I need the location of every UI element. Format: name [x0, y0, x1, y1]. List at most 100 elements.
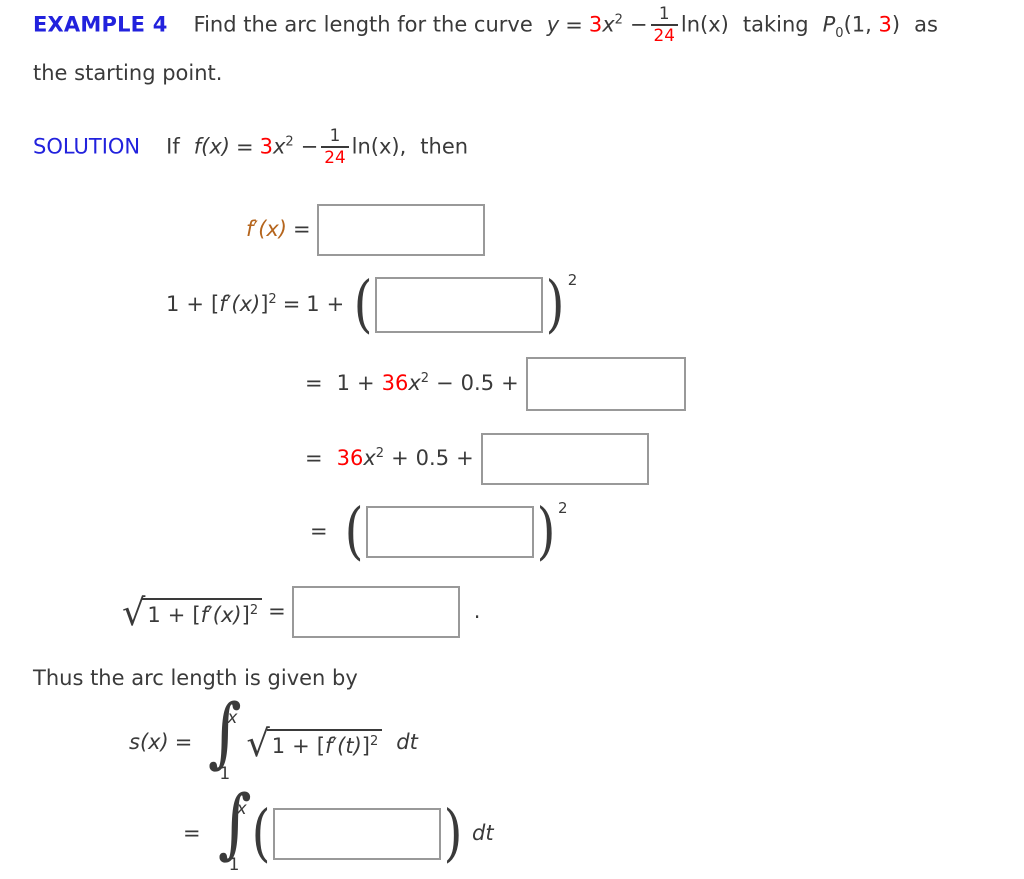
sx-differential: dt	[396, 730, 418, 754]
sqrt-expression: √1 + [f′(x)]2	[122, 594, 263, 631]
solution-exponent: 2	[285, 134, 294, 150]
onepf-f: f	[219, 292, 227, 316]
solution-label: SOLUTION	[33, 134, 141, 159]
sx-one: 1	[271, 733, 286, 758]
onepf-paren-close: )	[546, 266, 566, 340]
sx-exponent: 2	[370, 733, 379, 749]
sx-label: s(x)	[129, 730, 169, 754]
expand1-minus: −	[436, 371, 454, 395]
equation-coefficient: 3	[588, 12, 603, 37]
onepf-rhs-plus: +	[326, 292, 345, 316]
solution-fraction-one-over-24: 1 24	[321, 126, 349, 166]
sqrt-period: .	[473, 599, 481, 623]
final-step-formula: = ∫ x 1() dt	[183, 785, 494, 876]
fraction-one-over-24: 1 24	[650, 3, 678, 45]
final-integral-glyph-icon: ∫	[217, 778, 252, 867]
expand2-exponent: 2	[375, 446, 385, 461]
integral-upper-limit: x	[227, 708, 238, 728]
step-expand-two: = 36x2 +0.5 +	[305, 433, 649, 485]
point-paren-open: (	[843, 12, 852, 37]
step-fprime: f′(x) =	[246, 204, 485, 256]
final-integral-symbol: ∫ x 1	[215, 785, 252, 876]
solution-variable: x	[272, 134, 286, 159]
final-answer-input[interactable]	[272, 808, 441, 860]
equation-lhs: y	[546, 12, 560, 37]
solution-equals: =	[235, 134, 254, 159]
equation-log: ln(x)	[680, 12, 729, 37]
step-sqrt-form: √1 + [f′(x)]2 =.	[122, 586, 480, 638]
arc-length-formula: s(x) = ∫ x 1 √1 + [f′(t)]2 dt	[129, 694, 418, 785]
final-differential: dt	[472, 821, 494, 845]
point-y-value: 3	[878, 12, 892, 37]
sqrt-plus: +	[167, 602, 186, 627]
squared-paren-close: )	[536, 493, 556, 567]
solution-log: ln(x),	[351, 134, 407, 159]
expand1-half: 0.5	[460, 371, 495, 395]
sqrt-radicand: 1 + [f′(x)]2	[142, 597, 263, 627]
expand1-answer-input[interactable]	[525, 357, 686, 411]
expand2-plus-first: +	[391, 446, 409, 470]
sx-bracket-close: ]	[361, 733, 370, 758]
fraction-denominator: 24	[650, 23, 678, 45]
solution-then: then	[420, 134, 469, 159]
final-equals: =	[183, 821, 201, 845]
problem-prompt-starting-point: the starting point.	[33, 61, 223, 85]
fprime-answer-input[interactable]	[316, 204, 485, 256]
sx-plus: +	[292, 733, 310, 758]
solution-intro-if: If	[166, 134, 180, 159]
sqrt-f: f	[200, 602, 209, 627]
equation-exponent: 2	[614, 12, 623, 28]
expand2-half: 0.5	[415, 446, 450, 470]
squared-equals: =	[310, 519, 328, 543]
expand1-one: 1	[336, 371, 350, 395]
arc-length-intro-text: Thus the arc length is given by	[33, 666, 358, 690]
onepf-rhs-one: 1	[306, 292, 320, 316]
solution-minus: −	[300, 134, 319, 159]
fraction-numerator: 1	[658, 3, 670, 23]
sqrt-exponent: 2	[249, 602, 259, 618]
sqrt-equals: =	[268, 599, 286, 623]
fprime-label: f′(x)	[246, 217, 288, 241]
onepf-answer-input[interactable]	[375, 277, 544, 333]
problem-prompt-as: as	[914, 12, 938, 37]
point-comma: ,	[865, 12, 879, 37]
point-label: P	[822, 12, 836, 37]
expand1-equals: =	[305, 371, 323, 395]
onepf-exponent: 2	[268, 292, 277, 307]
onepf-paren-exponent: 2	[567, 271, 578, 289]
sqrt-answer-input[interactable]	[291, 586, 460, 638]
problem-prompt-taking: taking	[742, 12, 809, 37]
point-subscript: 0	[835, 25, 844, 41]
solution-statement: SOLUTION If f(x) = 3x2−1 24 ln(x), then	[33, 126, 469, 167]
expand1-variable: x	[408, 371, 421, 395]
sqrt-arg: (x)	[212, 602, 242, 627]
fprime-equals: =	[293, 217, 311, 241]
solution-function-name: f(x)	[193, 134, 230, 159]
equation-minus: −	[629, 12, 648, 37]
final-integral-upper-limit: x	[236, 799, 247, 819]
squared-answer-input[interactable]	[365, 506, 534, 558]
sx-bracket-open: [	[316, 733, 325, 758]
arc-length-intro: Thus the arc length is given by	[33, 666, 358, 690]
sx-radical-sign-icon: √	[246, 722, 270, 766]
point-paren-close: )	[891, 12, 901, 37]
onepf-one: 1	[166, 292, 180, 316]
integral-glyph-icon: ∫	[208, 687, 243, 776]
expand2-coefficient: 36	[336, 446, 364, 470]
problem-prompt-text: Find the arc length for the curve	[193, 12, 533, 37]
expand2-answer-input[interactable]	[480, 433, 649, 485]
expand1-coefficient: 36	[381, 371, 409, 395]
example-label: EXAMPLE 4	[33, 12, 168, 37]
equation-equals: =	[565, 12, 583, 37]
expand2-equals: =	[305, 446, 323, 470]
onepf-paren-open: (	[353, 266, 373, 340]
onepf-equals: =	[282, 292, 301, 316]
sx-equals: =	[174, 730, 193, 754]
sqrt-bracket-open: [	[192, 602, 201, 627]
onepf-plus: +	[186, 292, 204, 316]
expand2-plus-second: +	[456, 446, 474, 470]
point-x-value: 1	[851, 12, 866, 37]
onepf-bracket-open: [	[210, 292, 220, 316]
sx-sqrt-expression: √1 + [f′(t)]2	[246, 722, 383, 766]
step-squared-form: = () 2	[310, 493, 568, 567]
